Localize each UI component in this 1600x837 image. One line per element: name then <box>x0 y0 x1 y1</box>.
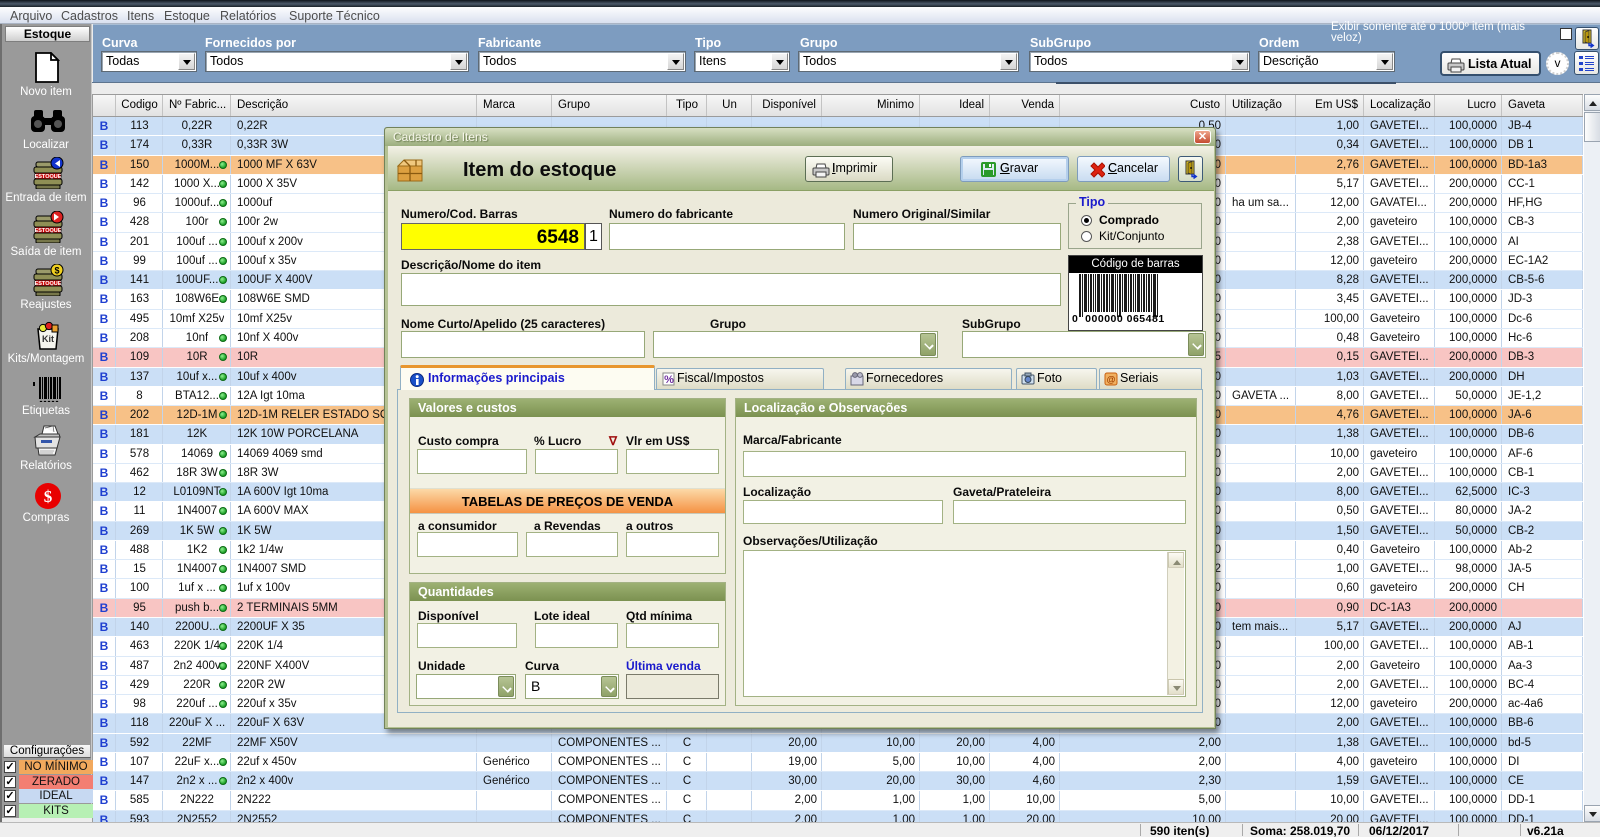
svg-text:%: % <box>664 374 674 386</box>
svg-text:$: $ <box>44 487 53 506</box>
svg-text:@: @ <box>1107 375 1116 385</box>
svg-text:Kit: Kit <box>42 334 54 344</box>
svg-text:$: $ <box>54 266 59 276</box>
